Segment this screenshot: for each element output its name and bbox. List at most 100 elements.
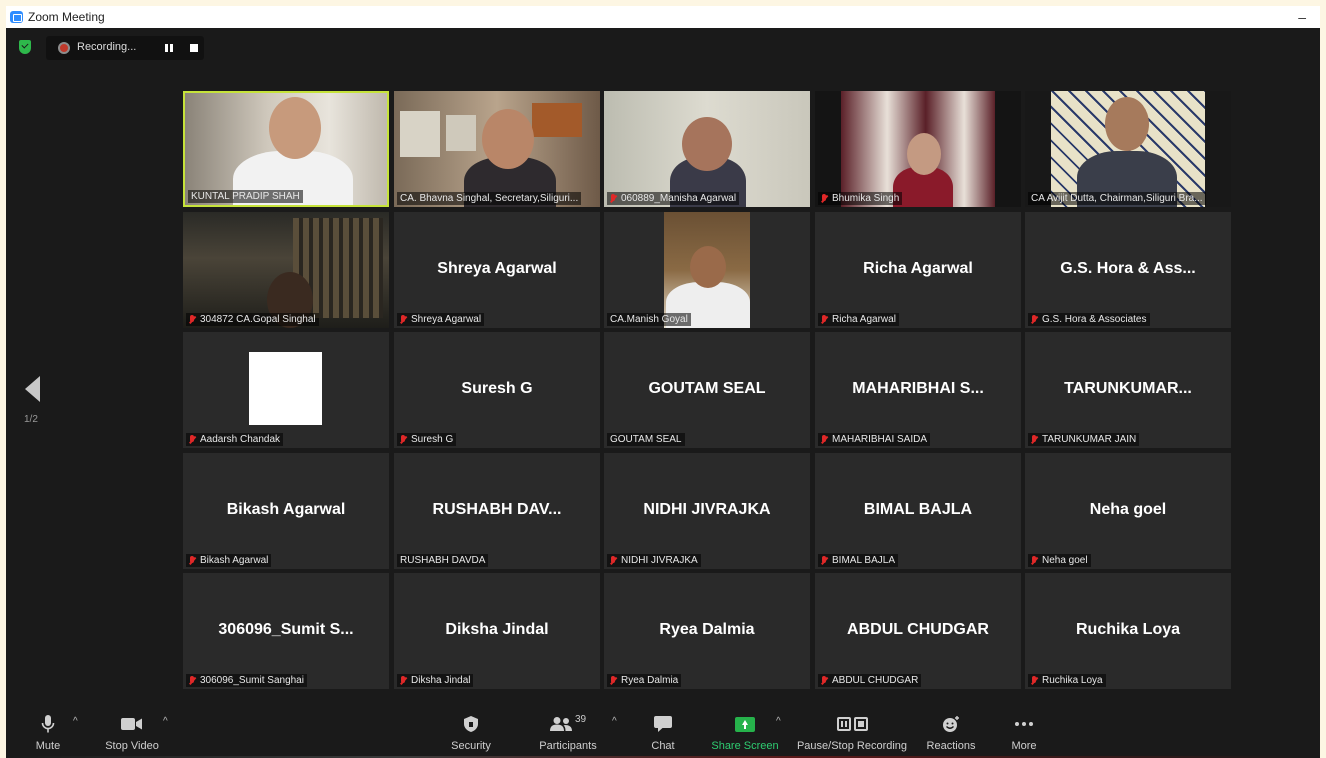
participant-name-text: Diksha Jindal [411, 675, 471, 686]
participant-name-text: Ruchika Loya [1042, 675, 1103, 686]
participant-name-text: Bhumika Singh [832, 193, 900, 204]
participant-tile[interactable]: Suresh G Suresh G [394, 332, 600, 448]
participant-tile[interactable]: BIMAL BAJLA BIMAL BAJLA [815, 453, 1021, 569]
video-feed-shape [482, 109, 534, 169]
participant-display-name: BIMAL BAJLA [863, 501, 973, 518]
participant-tile[interactable]: Bhumika Singh [815, 91, 1021, 207]
participant-name-text: MAHARIBHAI SAIDA [832, 434, 928, 445]
participant-tile[interactable]: NIDHI JIVRAJKA NIDHI JIVRAJKA [604, 453, 810, 569]
participant-tile[interactable]: TARUNKUMAR... TARUNKUMAR JAIN [1025, 332, 1231, 448]
participant-tile[interactable]: Richa Agarwal Richa Agarwal [815, 212, 1021, 328]
video-options-caret-icon[interactable]: ^ [163, 716, 168, 727]
participant-tile[interactable]: GOUTAM SEAL GOUTAM SEAL [604, 332, 810, 448]
participant-tile[interactable]: Shreya Agarwal Shreya Agarwal [394, 212, 600, 328]
participant-name-text: 306096_Sumit Sanghai [200, 675, 304, 686]
security-shield-icon [463, 714, 479, 734]
page-indicator: 1/2 [24, 414, 38, 425]
participant-name-text: TARUNKUMAR JAIN [1042, 434, 1137, 445]
stop-recording-button[interactable] [190, 44, 198, 52]
share-screen-button[interactable]: Share Screen [710, 706, 780, 758]
participant-tile[interactable]: MAHARIBHAI S... MAHARIBHAI SAIDA [815, 332, 1021, 448]
participant-name-label: GOUTAM SEAL [607, 433, 685, 446]
stop-video-button[interactable]: Stop Video [102, 706, 162, 758]
more-button[interactable]: More [1008, 706, 1040, 758]
participant-name-label: KUNTAL PRADIP SHAH [188, 190, 303, 203]
security-button[interactable]: Security [450, 706, 492, 758]
audio-options-caret-icon[interactable]: ^ [73, 716, 78, 727]
muted-microphone-icon [821, 675, 827, 686]
participant-name-text: CA.Manish Goyal [610, 314, 688, 325]
participant-tile[interactable]: CA Avijit Dutta, Chairman,Siliguri Bra..… [1025, 91, 1231, 207]
participant-display-name: Bikash Agarwal [226, 501, 346, 518]
participant-name-text: ABDUL CHUDGAR [832, 675, 919, 686]
zoom-window: Zoom Meeting – Recording... 1/2 KUNTAL P… [6, 6, 1320, 758]
participant-tile[interactable]: Neha goel Neha goel [1025, 453, 1231, 569]
muted-microphone-icon [400, 434, 406, 445]
video-feed-shape [400, 111, 440, 157]
participant-tile[interactable]: ABDUL CHUDGAR ABDUL CHUDGAR [815, 573, 1021, 689]
video-feed-shape [446, 115, 476, 151]
recording-status-text: Recording... [77, 41, 137, 53]
security-shield-icon[interactable] [19, 40, 31, 54]
participant-tile[interactable]: RUSHABH DAV... RUSHABH DAVDA [394, 453, 600, 569]
previous-page-arrow-icon[interactable] [25, 376, 40, 402]
participant-tile[interactable]: Aadarsh Chandak [183, 332, 389, 448]
participants-button[interactable]: 39 Participants [536, 706, 600, 758]
pause-stop-recording-button[interactable]: Pause/Stop Recording [796, 706, 908, 758]
pause-recording-button[interactable] [165, 44, 173, 52]
participant-display-name: Richa Agarwal [863, 260, 973, 277]
reactions-label: Reactions [926, 740, 976, 752]
participant-tile[interactable]: 306096_Sumit S... 306096_Sumit Sanghai [183, 573, 389, 689]
participant-tile[interactable]: 060889_Manisha Agarwal [604, 91, 810, 207]
pause-stop-recording-label: Pause/Stop Recording [796, 740, 908, 752]
video-feed-shape [690, 246, 726, 288]
participant-name-text: Shreya Agarwal [411, 314, 482, 325]
window-title: Zoom Meeting [28, 10, 105, 24]
participant-name-text: Ryea Dalmia [621, 675, 679, 686]
participant-tile[interactable]: Ryea Dalmia Ryea Dalmia [604, 573, 810, 689]
participant-name-label: TARUNKUMAR JAIN [1028, 433, 1140, 446]
participant-display-name: TARUNKUMAR... [1064, 380, 1192, 397]
participant-name-label: Aadarsh Chandak [186, 433, 284, 446]
participant-tile[interactable]: Bikash Agarwal Bikash Agarwal [183, 453, 389, 569]
participant-display-name: Shreya Agarwal [437, 260, 557, 277]
microphone-icon [41, 714, 55, 734]
minimize-button[interactable]: – [1298, 9, 1306, 25]
participant-display-name: RUSHABH DAV... [432, 501, 562, 518]
video-feed-shape [269, 97, 321, 159]
mute-button[interactable]: Mute [32, 706, 64, 758]
muted-microphone-icon [610, 193, 616, 204]
participant-name-label: G.S. Hora & Associates [1028, 313, 1150, 326]
reactions-button[interactable]: Reactions [924, 706, 978, 758]
participant-tile[interactable]: CA.Manish Goyal [604, 212, 810, 328]
participants-count: 39 [574, 714, 587, 725]
video-feed-shape [1105, 97, 1149, 151]
participant-name-label: Richa Agarwal [818, 313, 899, 326]
participant-tile[interactable]: G.S. Hora & Ass... G.S. Hora & Associates [1025, 212, 1231, 328]
video-feed-shape [682, 117, 732, 171]
meeting-top-bar: Recording... [6, 28, 1320, 68]
participant-display-name: Suresh G [461, 380, 533, 397]
participants-options-caret-icon[interactable]: ^ [612, 716, 617, 727]
more-label: More [1011, 740, 1037, 752]
participant-display-name: Ruchika Loya [1075, 621, 1181, 638]
muted-microphone-icon [610, 675, 616, 686]
participant-name-label: CA. Bhavna Singhal, Secretary,Siliguri..… [397, 192, 582, 205]
recording-indicator: Recording... [46, 36, 204, 60]
muted-microphone-icon [1031, 555, 1037, 566]
participant-tile[interactable]: 304872 CA.Gopal Singhal [183, 212, 389, 328]
participant-tile[interactable]: Diksha Jindal Diksha Jindal [394, 573, 600, 689]
chat-button[interactable]: Chat [650, 706, 676, 758]
share-options-caret-icon[interactable]: ^ [776, 716, 781, 727]
muted-microphone-icon [821, 193, 827, 204]
participant-tile[interactable]: Ruchika Loya Ruchika Loya [1025, 573, 1231, 689]
participant-name-text: 060889_Manisha Agarwal [621, 193, 737, 204]
participant-name-label: 060889_Manisha Agarwal [607, 192, 740, 205]
participant-name-label: 306096_Sumit Sanghai [186, 674, 307, 687]
participant-tile-active-speaker[interactable]: KUNTAL PRADIP SHAH [183, 91, 389, 207]
participant-display-name: GOUTAM SEAL [648, 380, 766, 397]
participant-name-label: BIMAL BAJLA [818, 554, 898, 567]
participant-tile[interactable]: CA. Bhavna Singhal, Secretary,Siliguri..… [394, 91, 600, 207]
participant-name-label: Bikash Agarwal [186, 554, 272, 567]
participant-name-label: 304872 CA.Gopal Singhal [186, 313, 319, 326]
